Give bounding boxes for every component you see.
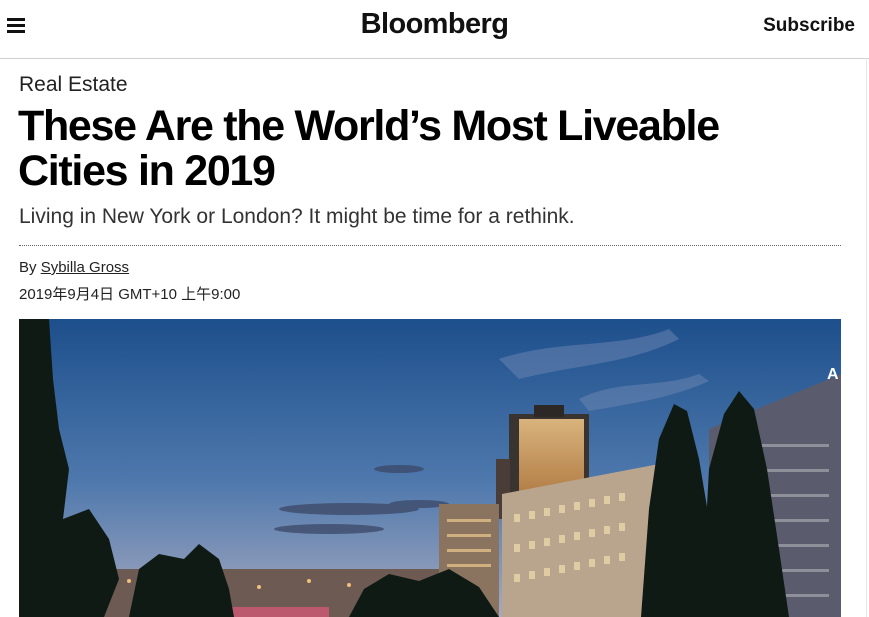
publish-timestamp: 2019年9月4日 GMT+10 上午9:00 <box>19 286 241 303</box>
brand-logo[interactable]: Bloomberg <box>0 8 869 41</box>
byline: By Sybilla Gross <box>19 259 129 276</box>
subscribe-button[interactable]: Subscribe <box>763 15 855 37</box>
building-sign-letter: A <box>827 366 839 383</box>
headline-line-1: These Are the World’s Most Liveable <box>18 102 720 150</box>
byline-prefix: By <box>19 259 41 276</box>
author-link[interactable]: Sybilla Gross <box>41 259 129 276</box>
dotted-divider <box>19 245 841 246</box>
article-dek: Living in New York or London? It might b… <box>19 205 575 228</box>
page-edge-divider <box>866 58 867 617</box>
city-dusk-photo: A <box>19 319 841 617</box>
article-headline: These Are the World’s Most Liveable Citi… <box>18 104 818 194</box>
top-nav-bar: Bloomberg Subscribe <box>0 0 869 59</box>
hero-image: A <box>19 319 841 617</box>
headline-line-2: Cities in 2019 <box>18 147 276 195</box>
section-label[interactable]: Real Estate <box>19 73 128 97</box>
